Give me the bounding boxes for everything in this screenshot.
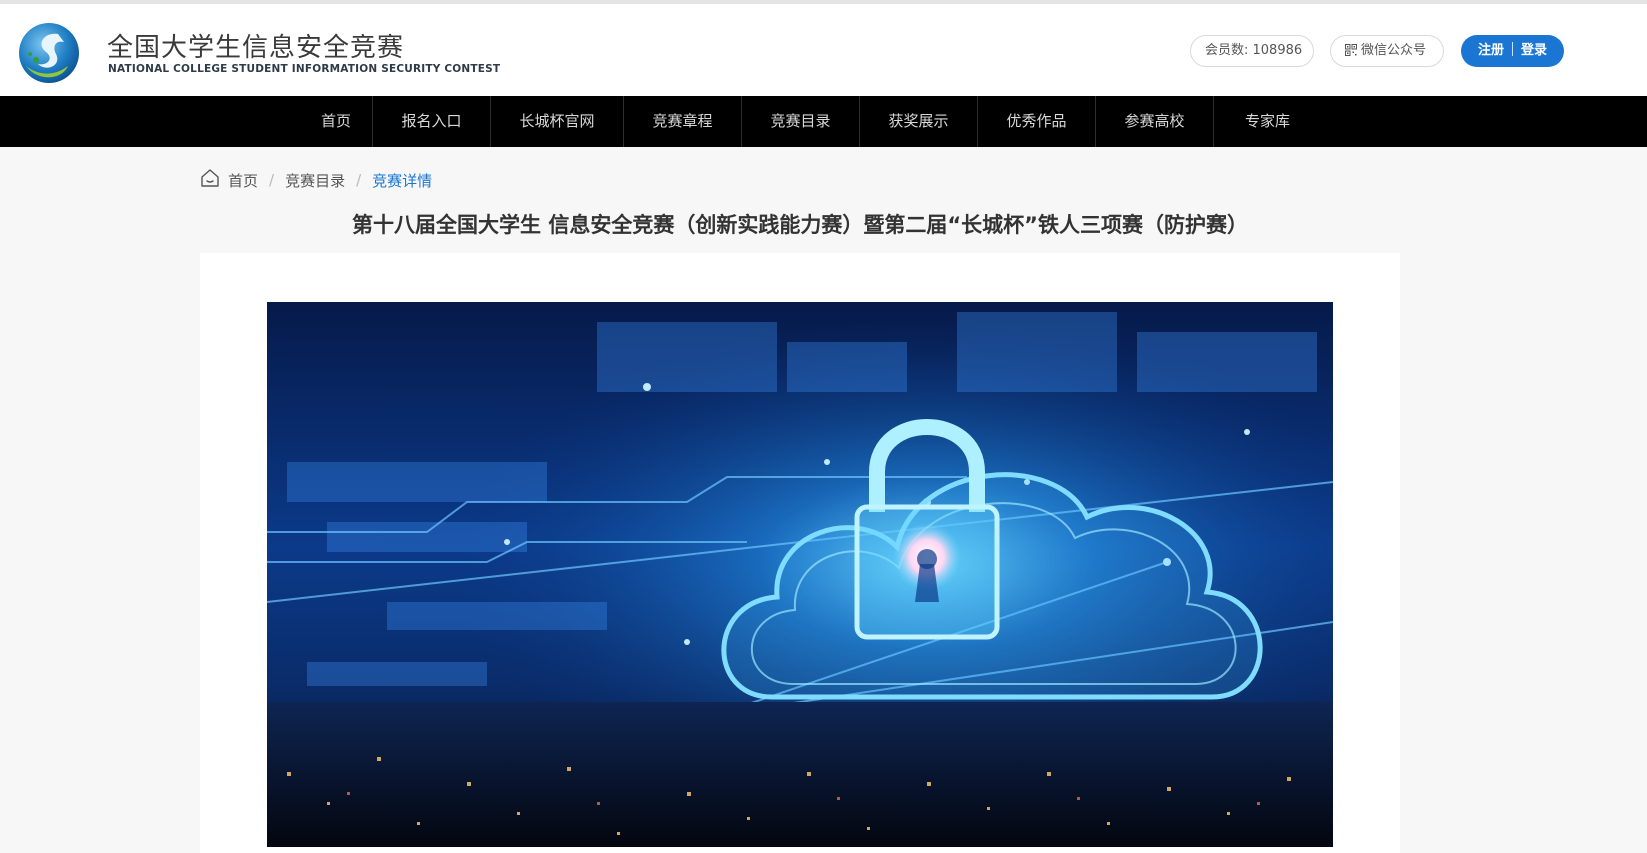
nav-item-awards[interactable]: 获奖展示 [859, 96, 977, 147]
site-title-en: NATIONAL COLLEGE STUDENT INFORMATION SEC… [108, 63, 501, 75]
member-count-badge: 会员数: 108986 [1190, 35, 1314, 67]
nav-item-registration[interactable]: 报名入口 [372, 96, 490, 147]
auth-divider [1512, 42, 1513, 56]
nav-item-rules[interactable]: 竞赛章程 [623, 96, 741, 147]
register-button[interactable]: 注册 [1478, 43, 1504, 58]
nav-item-experts[interactable]: 专家库 [1213, 96, 1321, 147]
main-nav: 首页 报名入口 长城杯官网 竞赛章程 竞赛目录 获奖展示 优秀作品 参赛高校 专… [0, 96, 1647, 147]
breadcrumb-home[interactable]: 首页 [228, 170, 258, 191]
nav-item-home[interactable]: 首页 [300, 96, 372, 147]
site-title-cn: 全国大学生信息安全竞赛 [107, 33, 405, 63]
nav-item-catalog[interactable]: 竞赛目录 [741, 96, 859, 147]
page-title: 第十八届全国大学生 信息安全竞赛（创新实践能力赛）暨第二届“长城杯”铁人三项赛（… [352, 213, 1248, 237]
wechat-label: 微信公众号 [1361, 43, 1427, 58]
breadcrumb-separator: / [356, 171, 362, 189]
content-card [200, 253, 1400, 853]
breadcrumb-separator: / [269, 171, 275, 189]
auth-group: 注册 登录 [1461, 35, 1564, 67]
nav-item-changcheng-cup[interactable]: 长城杯官网 [490, 96, 623, 147]
breadcrumb: 首页 / 竞赛目录 / 竞赛详情 [200, 168, 432, 192]
site-header: 全国大学生信息安全竞赛 NATIONAL COLLEGE STUDENT INF… [0, 4, 1647, 96]
wechat-button[interactable]: 微信公众号 [1330, 35, 1444, 67]
nav-item-universities[interactable]: 参赛高校 [1095, 96, 1213, 147]
hero-image [267, 302, 1333, 847]
member-count-text: 会员数: 108986 [1205, 43, 1303, 58]
contest-logo[interactable] [18, 22, 80, 84]
breadcrumb-catalog[interactable]: 竞赛目录 [285, 170, 345, 191]
breadcrumb-current: 竞赛详情 [372, 171, 433, 190]
home-icon[interactable] [200, 168, 220, 192]
qr-code-icon [1345, 38, 1357, 68]
login-button[interactable]: 登录 [1521, 43, 1547, 58]
nav-item-works[interactable]: 优秀作品 [977, 96, 1095, 147]
